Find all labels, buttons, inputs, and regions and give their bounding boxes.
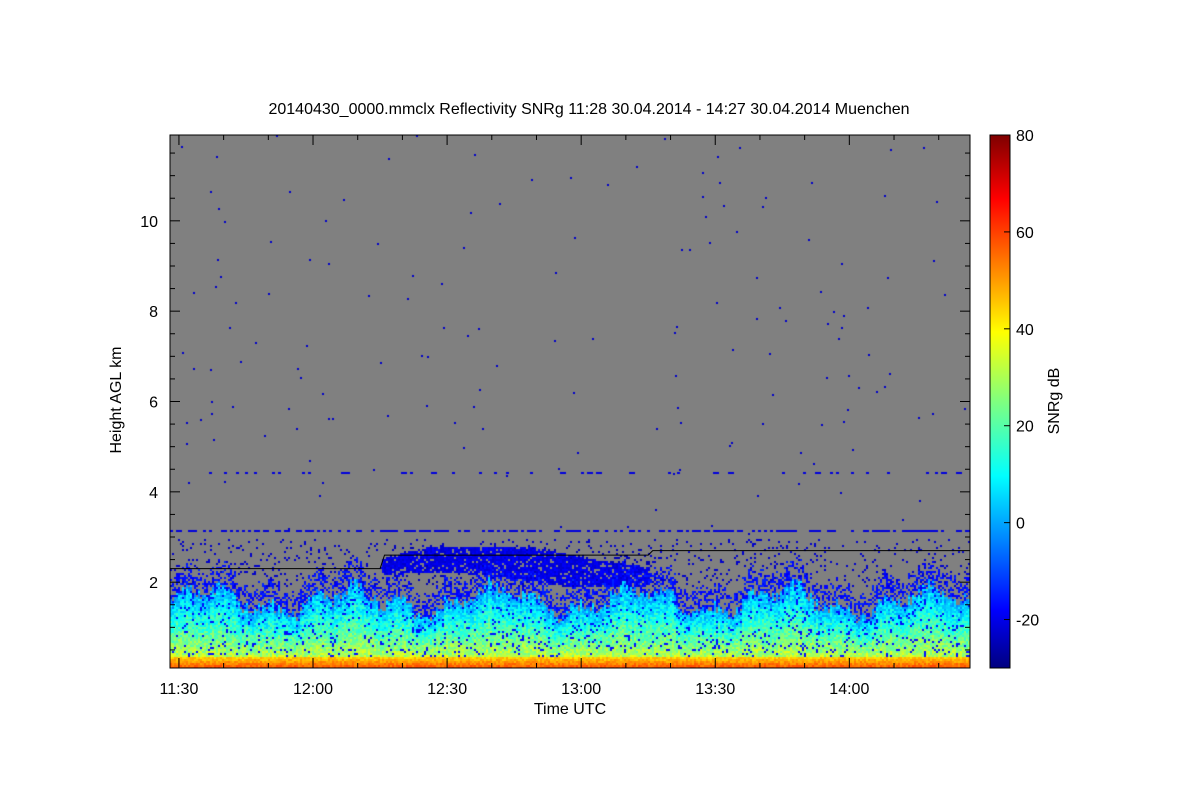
- svg-text:11:30: 11:30: [160, 681, 199, 698]
- colorbar: -20 0 20 40 60 80: [989, 128, 1039, 669]
- svg-text:12:30: 12:30: [427, 681, 467, 698]
- svg-text:20: 20: [1016, 419, 1034, 436]
- svg-text:8: 8: [149, 304, 158, 321]
- chart-title: 20140430_0000.mmclx Reflectivity SNRg 11…: [268, 101, 909, 118]
- svg-text:12:00: 12:00: [293, 681, 333, 698]
- x-axis-label: Time UTC: [534, 701, 606, 718]
- svg-text:80: 80: [1016, 128, 1034, 145]
- plot-area: [170, 135, 970, 668]
- svg-text:13:30: 13:30: [695, 681, 735, 698]
- svg-text:-20: -20: [1016, 613, 1039, 630]
- svg-text:6: 6: [149, 395, 158, 412]
- svg-text:2: 2: [149, 575, 158, 592]
- svg-text:14:00: 14:00: [829, 681, 869, 698]
- y-axis-label: Height AGL km: [108, 346, 125, 453]
- svg-text:40: 40: [1016, 322, 1034, 339]
- svg-text:13:00: 13:00: [561, 681, 601, 698]
- radar-chart: 20140430_0000.mmclx Reflectivity SNRg 11…: [108, 101, 1063, 718]
- svg-text:4: 4: [149, 485, 158, 502]
- colorbar-label: SNRg dB: [1046, 368, 1063, 435]
- svg-text:10: 10: [140, 214, 158, 231]
- colorbar-scale: [989, 134, 1011, 669]
- reflectivity-field: [170, 135, 970, 668]
- svg-text:60: 60: [1016, 225, 1034, 242]
- svg-text:0: 0: [1016, 516, 1025, 533]
